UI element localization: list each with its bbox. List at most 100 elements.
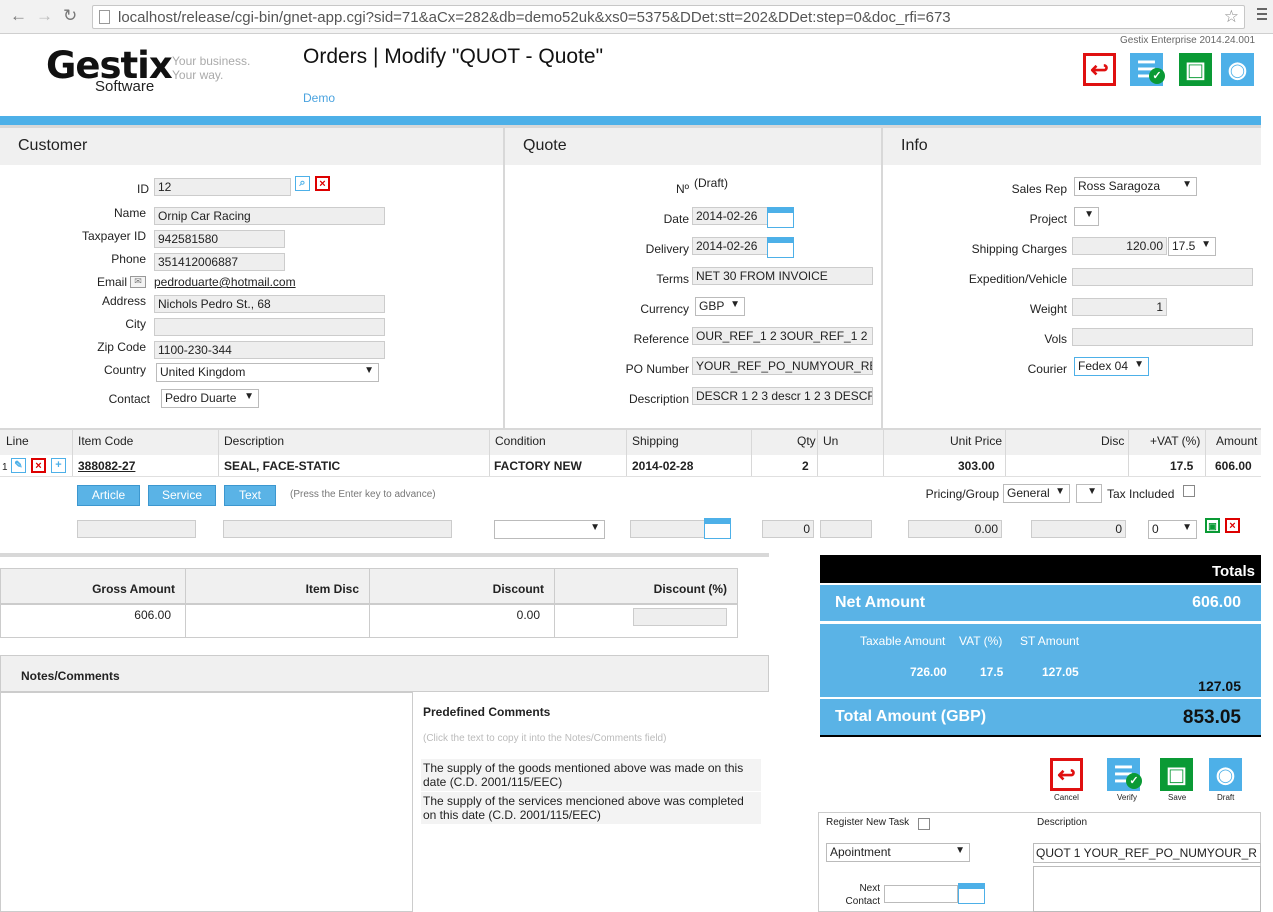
col-divider bbox=[626, 428, 627, 476]
version-text: Gestix Enterprise 2014.24.001 bbox=[1120, 35, 1255, 46]
cancel-icon-button[interactable]: ↩ bbox=[1083, 53, 1116, 86]
register-task-checkbox[interactable] bbox=[918, 818, 930, 830]
description-label: Description bbox=[600, 392, 689, 406]
courier-select[interactable]: Fedex 04▼ bbox=[1074, 357, 1149, 376]
taxpayer-field[interactable]: 942581580 bbox=[154, 230, 285, 248]
col-item-code: Item Code bbox=[78, 434, 133, 448]
delete-icon[interactable]: × bbox=[31, 458, 46, 473]
draft-icon-button[interactable]: ◉ bbox=[1221, 53, 1254, 86]
bookmark-star-icon[interactable]: ☆ bbox=[1224, 7, 1239, 27]
col-divider bbox=[218, 428, 219, 476]
new-disc-input[interactable]: 0 bbox=[1031, 520, 1126, 538]
customer-id-field[interactable]: 12 bbox=[154, 178, 291, 196]
next-contact-calendar-icon[interactable] bbox=[958, 883, 985, 904]
search-icon[interactable]: ⌕ bbox=[295, 176, 310, 191]
add-icon[interactable]: + bbox=[51, 458, 66, 473]
new-item-code-input[interactable] bbox=[77, 520, 196, 538]
new-qty-input[interactable]: 0 bbox=[762, 520, 814, 538]
tax-included-checkbox[interactable] bbox=[1183, 485, 1195, 497]
terms-label: Terms bbox=[600, 272, 689, 286]
edit-icon[interactable]: ✎ bbox=[11, 458, 26, 473]
predefined-comment[interactable]: The supply of the goods mentioned above … bbox=[421, 759, 761, 791]
save-icon-button[interactable]: ▣ bbox=[1179, 53, 1212, 86]
taxpayer-label: Taxpayer ID bbox=[60, 229, 146, 243]
task-type-select[interactable]: Apointment▼ bbox=[826, 843, 970, 862]
pricing-group-select[interactable]: General▼ bbox=[1003, 484, 1070, 503]
shipping-vat-select[interactable]: 17.5▼ bbox=[1168, 237, 1216, 256]
article-button[interactable]: Article bbox=[77, 485, 140, 506]
st-total-value: 127.05 bbox=[1198, 678, 1241, 694]
st-amount-value: 127.05 bbox=[1042, 665, 1079, 679]
currency-select[interactable]: GBP▼ bbox=[695, 297, 745, 316]
cancel-button-label[interactable]: Cancel bbox=[1054, 793, 1079, 802]
tax-breakdown: Taxable Amount VAT (%) ST Amount 726.00 … bbox=[820, 623, 1261, 697]
terms-field[interactable]: NET 30 FROM INVOICE bbox=[692, 267, 873, 285]
col-divider bbox=[883, 428, 884, 476]
task-notes-textarea[interactable] bbox=[1033, 866, 1261, 912]
discount-pct-input[interactable] bbox=[633, 608, 727, 626]
new-shipping-calendar-icon[interactable] bbox=[704, 518, 731, 539]
country-select[interactable]: United Kingdom▼ bbox=[156, 363, 379, 382]
verify-button-label[interactable]: Verify bbox=[1117, 793, 1137, 802]
forward-icon[interactable]: → bbox=[36, 6, 53, 26]
contact-select[interactable]: Pedro Duarte▼ bbox=[161, 389, 259, 408]
expedition-field[interactable] bbox=[1072, 268, 1253, 286]
description-field[interactable]: DESCR 1 2 3 descr 1 2 3 DESCR bbox=[692, 387, 873, 405]
total-amount-label: Total Amount (GBP) bbox=[835, 708, 986, 726]
date-calendar-icon[interactable] bbox=[767, 207, 794, 228]
company-link[interactable]: Demo bbox=[303, 91, 335, 105]
sales-rep-select[interactable]: Ross Saragoza▼ bbox=[1074, 177, 1197, 196]
project-select[interactable]: ▼ bbox=[1074, 207, 1099, 226]
predefined-comment[interactable]: The supply of the services mencioned abo… bbox=[421, 792, 761, 824]
cancel-line-icon[interactable]: × bbox=[1225, 518, 1240, 533]
pricing-sub-select[interactable]: ▼ bbox=[1076, 484, 1102, 503]
reload-icon[interactable]: ↻ bbox=[63, 6, 77, 26]
col-divider bbox=[489, 428, 490, 476]
text-button[interactable]: Text bbox=[224, 485, 276, 506]
address-bar[interactable]: localhost/release/cgi-bin/gnet-app.cgi?s… bbox=[92, 5, 1245, 29]
date-field[interactable]: 2014-02-26 bbox=[692, 207, 768, 225]
name-field[interactable]: Ornip Car Racing bbox=[154, 207, 385, 225]
address-field[interactable]: Nichols Pedro St., 68 bbox=[154, 295, 385, 313]
save-icon[interactable]: ▣ bbox=[1160, 758, 1193, 791]
section-divider bbox=[0, 553, 769, 557]
new-condition-select[interactable]: ▼ bbox=[494, 520, 605, 539]
reference-field[interactable]: OUR_REF_1 2 3OUR_REF_1 2 bbox=[692, 327, 873, 345]
vols-field[interactable] bbox=[1072, 328, 1253, 346]
clear-icon[interactable]: × bbox=[315, 176, 330, 191]
save-button-label[interactable]: Save bbox=[1168, 793, 1186, 802]
verify-icon[interactable]: ☰✓ bbox=[1107, 758, 1140, 791]
draft-icon[interactable]: ◉ bbox=[1209, 758, 1242, 791]
new-un-input[interactable] bbox=[820, 520, 872, 538]
po-number-field[interactable]: YOUR_REF_PO_NUMYOUR_RE bbox=[692, 357, 873, 375]
weight-field[interactable]: 1 bbox=[1072, 298, 1167, 316]
zip-field[interactable]: 1100-230-344 bbox=[154, 341, 385, 359]
shipping-charges-field[interactable]: 120.00 bbox=[1072, 237, 1167, 255]
browser-menu-icon[interactable] bbox=[1257, 8, 1267, 23]
item-condition: FACTORY NEW bbox=[494, 459, 582, 473]
delivery-calendar-icon[interactable] bbox=[767, 237, 794, 258]
service-button[interactable]: Service bbox=[148, 485, 216, 506]
new-shipping-input[interactable] bbox=[630, 520, 706, 538]
new-unit-price-input[interactable]: 0.00 bbox=[908, 520, 1002, 538]
draft-button-label[interactable]: Draft bbox=[1217, 793, 1234, 802]
url-text[interactable]: localhost/release/cgi-bin/gnet-app.cgi?s… bbox=[118, 9, 951, 26]
new-description-input[interactable] bbox=[223, 520, 452, 538]
task-description-input[interactable]: QUOT 1 YOUR_REF_PO_NUMYOUR_R bbox=[1033, 843, 1261, 863]
email-link[interactable]: pedroduarte@hotmail.com bbox=[154, 275, 296, 289]
enter-hint: (Press the Enter key to advance) bbox=[290, 489, 436, 500]
phone-field[interactable]: 351412006887 bbox=[154, 253, 285, 271]
cancel-icon[interactable]: ↩ bbox=[1050, 758, 1083, 791]
back-icon[interactable]: ← bbox=[10, 6, 27, 26]
delivery-field[interactable]: 2014-02-26 bbox=[692, 237, 768, 255]
city-field[interactable] bbox=[154, 318, 385, 336]
quote-no-label: Nº bbox=[600, 182, 689, 196]
new-vat-select[interactable]: 0▼ bbox=[1148, 520, 1197, 539]
envelope-icon[interactable]: ✉ bbox=[130, 276, 146, 288]
verify-icon-button[interactable]: ☰✓ bbox=[1130, 53, 1163, 86]
confirm-line-icon[interactable]: ▣ bbox=[1205, 518, 1220, 533]
notes-heading: Notes/Comments bbox=[0, 655, 769, 692]
next-contact-input[interactable] bbox=[884, 885, 958, 903]
item-code-link[interactable]: 388082-27 bbox=[78, 459, 135, 473]
notes-textarea[interactable] bbox=[0, 692, 413, 912]
